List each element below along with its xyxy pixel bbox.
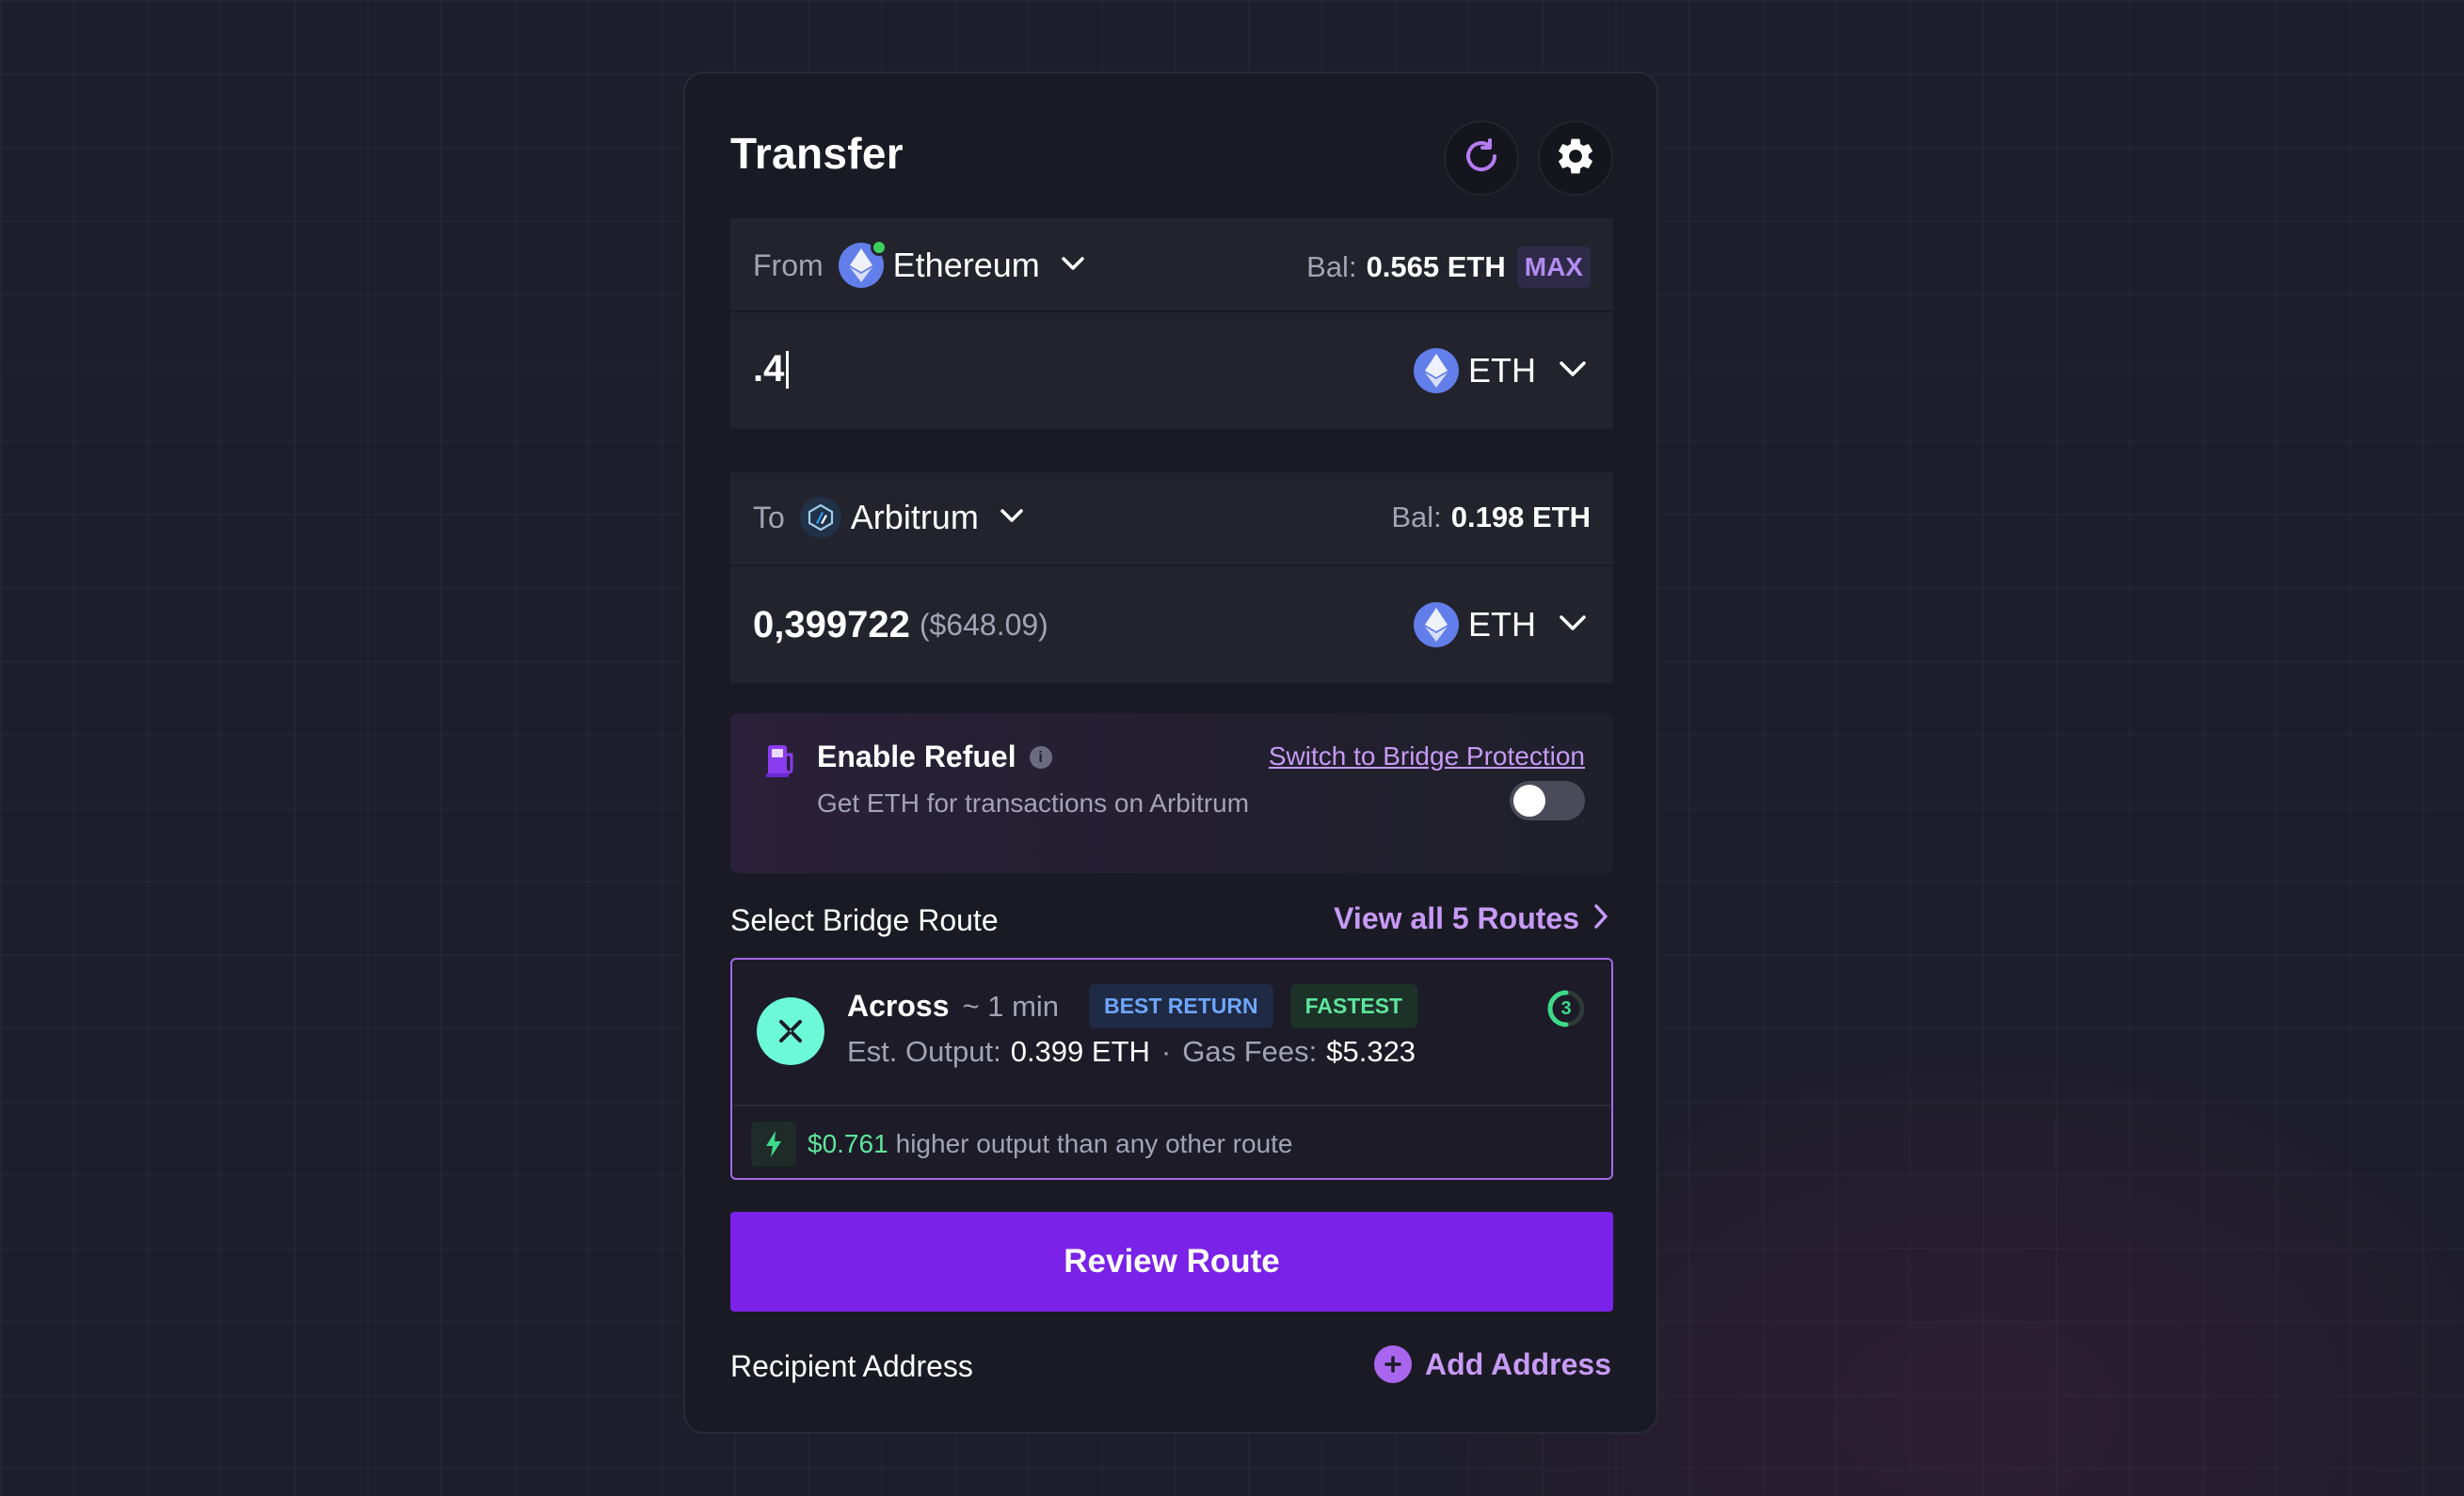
refresh-timer-icon: 3 [1545,988,1587,1029]
page-title: Transfer [730,129,904,178]
to-balance-label: Bal: [1391,501,1442,533]
from-balance-label: Bal: [1306,250,1357,283]
refuel-title: Enable Refuel [817,740,1016,773]
from-amount-input[interactable]: .4 [753,348,784,390]
to-balance-value: 0.198 ETH [1450,501,1591,533]
to-token-symbol: ETH [1468,605,1536,644]
ethereum-icon [838,239,888,288]
to-network-selector[interactable]: Arbitrum [799,497,1024,538]
toggle-knob [1513,785,1545,817]
chevron-down-icon [1559,614,1587,636]
est-output-label: Est. Output: [847,1035,1001,1068]
fastest-badge: FASTEST [1289,984,1418,1028]
settings-button[interactable] [1538,120,1613,196]
chevron-down-icon [1000,508,1024,528]
eth-token-icon [1414,602,1459,647]
connected-dot-icon [870,239,888,256]
max-button[interactable]: MAX [1516,247,1591,288]
est-output-value: 0.399 ETH [1010,1035,1150,1068]
gas-fees-label: Gas Fees: [1182,1035,1318,1068]
refresh-icon [1461,135,1502,182]
to-token-selector[interactable]: ETH [1414,602,1587,647]
gear-icon [1554,135,1597,183]
gas-fees-value: $5.323 [1326,1035,1416,1068]
best-return-badge: BEST RETURN [1089,984,1273,1028]
view-all-routes-link[interactable]: View all 5 Routes [1334,901,1609,936]
from-token-symbol: ETH [1468,351,1536,390]
savings-text: higher output than any other route [895,1129,1293,1158]
route-name: Across [847,989,950,1023]
divider [732,1105,1611,1106]
transfer-card: Transfer From Ethereum Bal: 0.565 ETH MA… [683,72,1658,1434]
to-amount-value: 0,399722 [753,604,910,645]
savings-amount: $0.761 [808,1129,888,1158]
add-address-label: Add Address [1425,1346,1611,1381]
arbitrum-icon [799,497,841,538]
plus-circle-icon [1374,1345,1413,1383]
from-token-selector[interactable]: ETH [1414,348,1587,393]
recipient-address-label: Recipient Address [730,1349,973,1383]
select-bridge-route-heading: Select Bridge Route [730,903,999,937]
from-label: From [753,247,824,282]
info-icon[interactable]: i [1029,745,1052,769]
from-balance-value: 0.565 ETH [1366,250,1506,283]
route-time: ~ 1 min [962,989,1060,1023]
to-label: To [753,500,785,534]
refresh-button[interactable] [1444,120,1519,196]
timer-value: 3 [1560,997,1572,1019]
chevron-down-icon [1061,256,1085,276]
add-address-button[interactable]: Add Address [1374,1345,1611,1383]
text-cursor [786,350,790,389]
refuel-panel: Enable Refuel i Get ETH for transactions… [730,713,1613,873]
from-network-name: Ethereum [892,246,1040,284]
review-route-button[interactable]: Review Route [730,1212,1613,1312]
across-logo-icon [757,997,824,1065]
to-network-name: Arbitrum [850,498,979,536]
lightning-icon [751,1122,796,1167]
selected-route-card[interactable]: Across ~ 1 min BEST RETURN FASTEST Est. … [730,958,1613,1180]
chevron-down-icon [1559,360,1587,382]
from-panel: From Ethereum Bal: 0.565 ETH MAX .4 ETH [730,218,1613,429]
fuel-pump-icon [764,741,798,784]
to-panel: To Arbitrum Bal: 0.198 ETH 0,399722 ($64… [730,472,1613,683]
view-all-routes-label: View all 5 Routes [1334,901,1579,935]
to-amount-usd: ($648.09) [919,608,1048,642]
refuel-toggle[interactable] [1510,781,1585,820]
from-network-selector[interactable]: Ethereum [838,239,1085,288]
switch-to-bridge-protection-link[interactable]: Switch to Bridge Protection [1269,741,1585,772]
refuel-subtitle: Get ETH for transactions on Arbitrum [817,788,1250,818]
separator-dot: · [1160,1035,1172,1068]
eth-token-icon [1414,348,1459,393]
chevron-right-icon [1592,902,1609,935]
